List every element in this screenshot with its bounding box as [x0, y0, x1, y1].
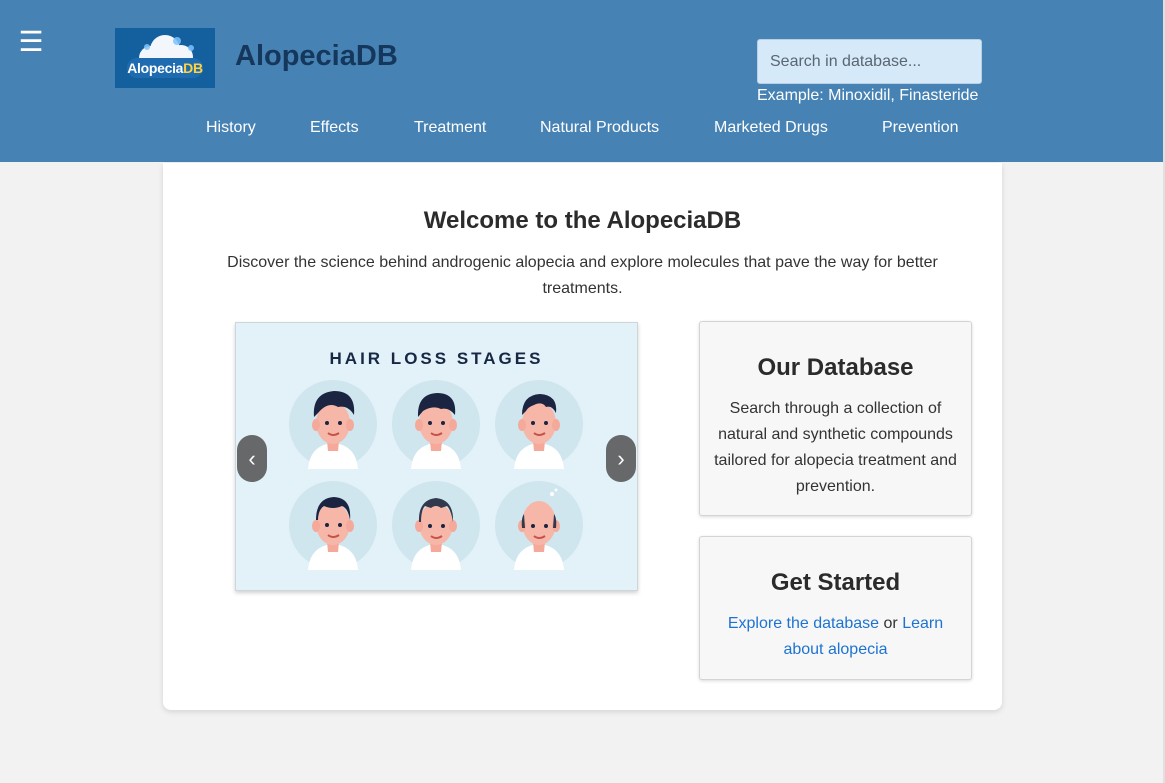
get-started-text: Explore the database or Learn about alop… [720, 611, 951, 663]
carousel-next-button[interactable]: › [606, 435, 636, 482]
cloud-logo-icon [115, 28, 215, 88]
site-header: ☰ AlopeciaDB AlopeciaDB Example: Minoxid… [0, 0, 1163, 162]
site-title[interactable]: AlopeciaDB [235, 40, 398, 73]
carousel-prev-button[interactable]: ‹ [237, 435, 267, 482]
explore-database-link[interactable]: Explore the database [728, 615, 879, 632]
link-connector: or [879, 615, 903, 632]
nav-history[interactable]: History [206, 119, 256, 137]
hair-stage-6-image [495, 481, 583, 570]
nav-natural-products[interactable]: Natural Products [540, 119, 659, 137]
our-database-box: Our Database Search through a collection… [699, 321, 972, 516]
search-example-text: Example: Minoxidil, Finasteride [757, 87, 979, 104]
hair-stage-1-image [289, 380, 377, 469]
logo-text-accent: DB [183, 60, 203, 76]
get-started-box: Get Started Explore the database or Lear… [699, 536, 972, 680]
get-started-title: Get Started [770, 569, 901, 596]
nav-treatment[interactable]: Treatment [414, 119, 486, 137]
logo-text-main: Alopecia [127, 60, 184, 76]
hair-stage-4-image [289, 481, 377, 570]
our-database-title: Our Database [757, 354, 914, 381]
logo-text: AlopeciaDB [115, 60, 215, 76]
site-logo[interactable]: AlopeciaDB [115, 28, 215, 88]
hair-stage-2-image [392, 380, 480, 469]
slide-title: HAIR LOSS STAGES [329, 349, 544, 368]
image-carousel[interactable]: HAIR LOSS STAGES ‹ › [235, 322, 638, 591]
nav-effects[interactable]: Effects [310, 119, 359, 137]
nav-marketed-drugs[interactable]: Marketed Drugs [714, 119, 828, 137]
nav-prevention[interactable]: Prevention [882, 119, 959, 137]
welcome-card: Welcome to the AlopeciaDB Discover the s… [163, 163, 1002, 710]
hamburger-menu-icon[interactable]: ☰ [18, 28, 44, 56]
search-input[interactable] [757, 39, 982, 84]
page-subtitle: Discover the science behind androgenic a… [227, 254, 938, 297]
hair-stage-3-image [495, 380, 583, 469]
page-title: Welcome to the AlopeciaDB [423, 207, 742, 234]
our-database-text: Search through a collection of natural a… [714, 400, 957, 495]
hair-stage-5-image [392, 481, 480, 570]
